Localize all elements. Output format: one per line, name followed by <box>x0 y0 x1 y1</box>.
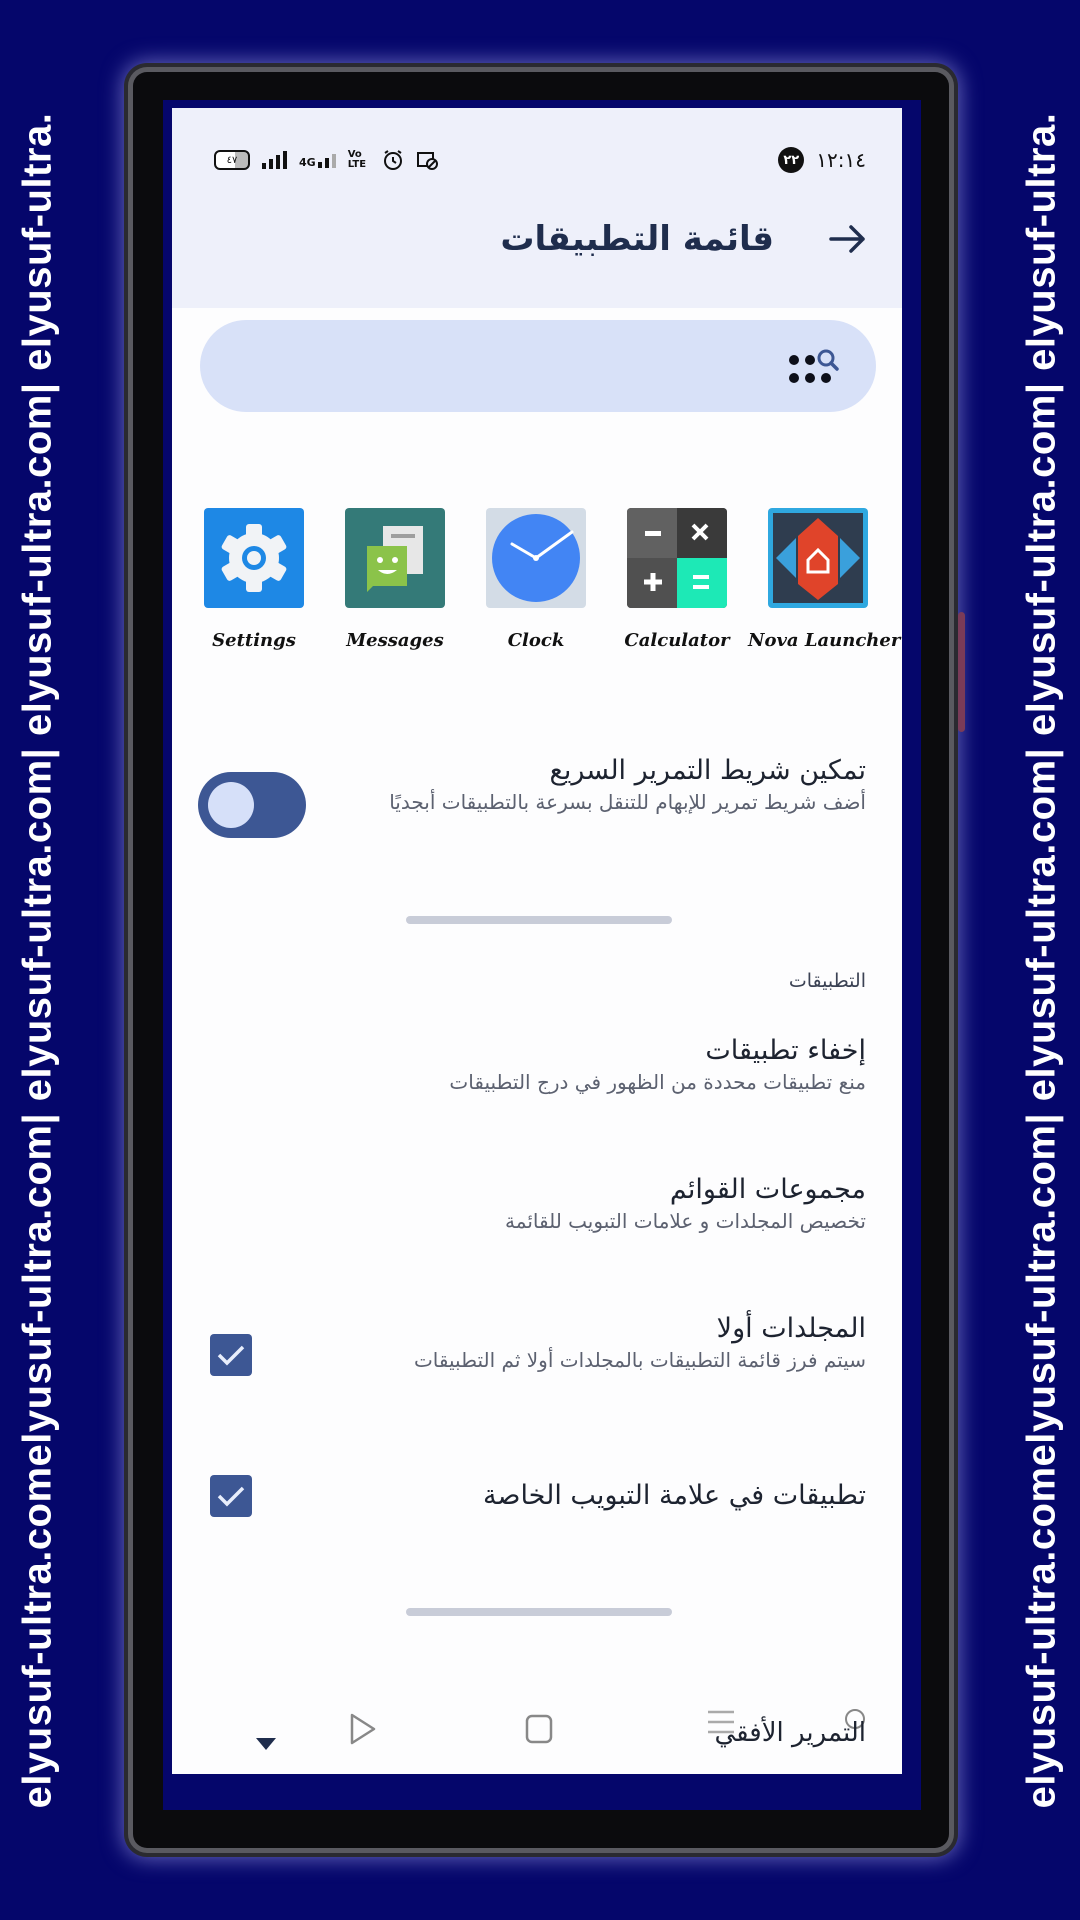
app-label: Clock <box>507 630 565 651</box>
app-search-icon <box>789 349 839 383</box>
nav-back-icon[interactable] <box>348 1712 378 1746</box>
folders-first-checkbox[interactable] <box>210 1334 252 1376</box>
messages-icon <box>345 508 445 608</box>
app-settings[interactable]: Settings <box>184 508 324 651</box>
status-icons: ٤٧ 4G Vo LTE <box>214 149 438 171</box>
pref-apps-in-own-tab[interactable]: تطبيقات في علامة التبويب الخاصة <box>172 1478 902 1514</box>
pref-horizontal-scroll[interactable]: التمرير الأفقي <box>714 1718 866 1748</box>
arrow-back-icon <box>829 225 865 253</box>
fast-scroll-toggle[interactable] <box>198 772 306 838</box>
pref-hide-apps[interactable]: إخفاء تطبيقات منع تطبيقات محددة من الظهو… <box>172 1033 902 1096</box>
notification-badge: ٢٢ <box>778 147 805 173</box>
pref-title: المجلدات أولا <box>716 1313 866 1344</box>
dropdown-triangle-icon[interactable] <box>256 1738 276 1752</box>
app-clock[interactable]: Clock <box>466 508 606 651</box>
clock-time: ١٢:١٤ <box>816 148 866 172</box>
app-messages[interactable]: Messages <box>325 508 465 651</box>
watermark-text: elyusuf-ultra.comelyusuf-ultra.com| elyu… <box>1019 112 1064 1808</box>
pref-list-groups[interactable]: مجموعات القوائم تخصيص المجلدات و علامات … <box>172 1172 902 1235</box>
battery-icon: ٤٧ <box>214 150 250 170</box>
pref-folders-first[interactable]: المجلدات أولا سيتم فرز قائمة التطبيقات ب… <box>172 1311 902 1374</box>
watermark-right: elyusuf-ultra.comelyusuf-ultra.com| elyu… <box>1012 0 1072 1920</box>
pref-subtitle: منع تطبيقات محددة من الظهور في درج التطب… <box>449 1070 866 1094</box>
pref-subtitle: تخصيص المجلدات و علامات التبويب للقائمة <box>505 1209 866 1233</box>
network-type: 4G <box>299 156 316 169</box>
calculator-icon <box>627 508 727 608</box>
pref-title: إخفاء تطبيقات <box>705 1035 866 1066</box>
pref-title: مجموعات القوائم <box>669 1174 866 1205</box>
signal-icon <box>262 151 287 169</box>
checkmark-icon <box>217 1345 245 1366</box>
settings-gear-icon <box>204 508 304 608</box>
screen-record-off-icon <box>416 152 438 170</box>
app-label: Nova Launcher <box>748 630 901 651</box>
watermark-left: elyusuf-ultra.comelyusuf-ultra.com| elyu… <box>8 0 68 1920</box>
app-label: Calculator <box>624 630 730 651</box>
section-divider <box>406 1608 672 1616</box>
status-bar: ٤٧ 4G Vo LTE ٢٢ ١٢:١٤ <box>214 140 866 180</box>
battery-level: ٤٧ <box>226 154 238 166</box>
back-button[interactable] <box>824 216 870 262</box>
page-title: قائمة التطبيقات <box>500 219 774 259</box>
nav-home-icon[interactable] <box>525 1714 553 1744</box>
apps-in-own-tab-checkbox[interactable] <box>210 1475 252 1517</box>
app-header: قائمة التطبيقات <box>172 204 902 274</box>
app-search-bar[interactable] <box>200 320 876 412</box>
top-app-bar: ٤٧ 4G Vo LTE ٢٢ ١٢:١٤ قائمة التطبيقات <box>172 108 902 308</box>
section-header-apps: التطبيقات <box>788 970 866 992</box>
app-nova-launcher[interactable]: Nova Launcher <box>748 508 901 651</box>
app-label: Messages <box>346 630 444 651</box>
volte-icon: Vo LTE <box>347 149 367 170</box>
status-right: ٢٢ ١٢:١٤ <box>778 147 866 173</box>
network-4g-icon: 4G <box>299 152 336 168</box>
notification-count: ٢٢ <box>783 152 800 168</box>
app-calculator[interactable]: Calculator <box>607 508 747 651</box>
side-button <box>958 612 965 732</box>
app-label: Settings <box>212 630 296 651</box>
alarm-icon <box>383 150 402 170</box>
app-preview-row: Settings Messages Clock Calculator Nova … <box>172 508 902 678</box>
watermark-text: elyusuf-ultra.comelyusuf-ultra.com| elyu… <box>15 112 60 1808</box>
checkmark-icon <box>217 1486 245 1507</box>
pref-subtitle: أضف شريط تمرير للإبهام للتنقل بسرعة بالت… <box>389 790 866 814</box>
section-divider <box>406 916 672 924</box>
pref-title: تطبيقات في علامة التبويب الخاصة <box>483 1480 866 1511</box>
nova-launcher-icon <box>768 508 868 608</box>
pref-subtitle: سيتم فرز قائمة التطبيقات بالمجلدات أولا … <box>413 1348 866 1372</box>
clock-icon <box>486 508 586 608</box>
toggle-thumb <box>208 782 254 828</box>
screen: ٤٧ 4G Vo LTE ٢٢ ١٢:١٤ قائمة التطبيقات Se… <box>172 108 902 1774</box>
